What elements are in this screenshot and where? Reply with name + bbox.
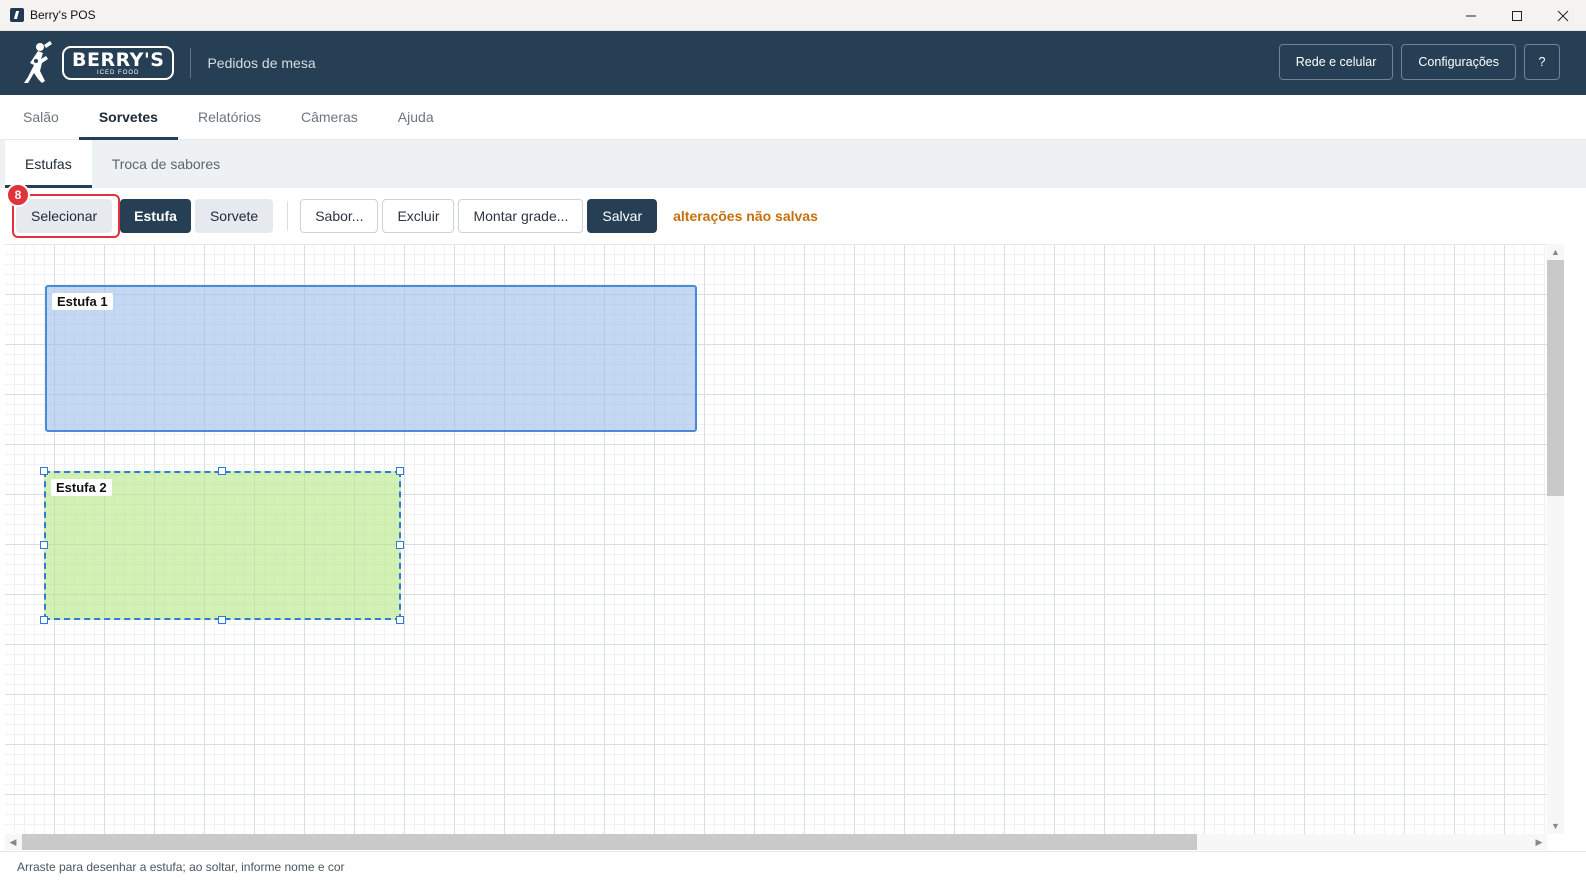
vertical-scrollbar[interactable]: ▲ ▼: [1547, 244, 1564, 834]
window-titlebar: Berry's POS: [0, 0, 1586, 31]
resize-handle-top-left[interactable]: [40, 467, 48, 475]
network-button[interactable]: Rede e celular: [1278, 44, 1394, 80]
close-icon: [1557, 10, 1569, 21]
subtab-troca-de-sabores[interactable]: Troca de sabores: [92, 140, 240, 188]
header-divider: [190, 48, 192, 78]
resize-handle-right[interactable]: [396, 541, 404, 549]
resize-handle-top-right[interactable]: [396, 467, 404, 475]
vertical-scroll-thumb[interactable]: [1547, 260, 1564, 496]
editor-toolbar: Selecionar 8 Estufa Sorvete Sabor... Exc…: [0, 183, 1586, 244]
maximize-icon: [1512, 10, 1522, 21]
window-controls: [1448, 0, 1586, 31]
brand-wordmark: BERRY'S ICED FOOD: [62, 46, 175, 80]
stove-label: Estufa 1: [52, 293, 113, 310]
minimize-icon: [1466, 15, 1476, 16]
stove-tool-button[interactable]: Estufa: [120, 199, 191, 233]
header-subtitle: Pedidos de mesa: [207, 55, 316, 71]
maximize-button[interactable]: [1494, 0, 1540, 31]
save-button[interactable]: Salvar: [587, 199, 658, 233]
app-icon: [10, 8, 24, 22]
horizontal-scroll-thumb[interactable]: [22, 834, 1197, 850]
stove-shape[interactable]: Estufa 1: [45, 285, 697, 432]
scroll-down-icon[interactable]: ▼: [1547, 818, 1564, 834]
window-bottom-edge: [0, 881, 1586, 893]
resize-handle-bottom-left[interactable]: [40, 616, 48, 624]
scroll-up-icon[interactable]: ▲: [1547, 244, 1564, 260]
app-header: BERRY'S ICED FOOD Pedidos de mesa Rede e…: [0, 31, 1586, 95]
unsaved-changes-label: alterações não salvas: [673, 208, 818, 224]
tab-sorvetes[interactable]: Sorvetes: [78, 95, 179, 140]
minimize-button[interactable]: [1448, 0, 1494, 31]
step-badge: 8: [6, 183, 30, 207]
scroll-left-icon[interactable]: ◀: [5, 834, 21, 850]
mascot-icon: [24, 41, 52, 83]
tab-salao[interactable]: Salão: [3, 95, 79, 139]
brand-logo: BERRY'S ICED FOOD: [16, 41, 175, 85]
resize-handle-bottom[interactable]: [218, 616, 226, 624]
window-title: Berry's POS: [30, 8, 96, 22]
select-tool-wrapper: Selecionar 8: [6, 183, 121, 238]
resize-handle-top[interactable]: [218, 467, 226, 475]
sub-tabs: Estufas Troca de sabores: [0, 140, 1586, 188]
tab-relatorios[interactable]: Relatórios: [178, 95, 281, 139]
resize-handle-left[interactable]: [40, 541, 48, 549]
scroll-right-icon[interactable]: ▶: [1531, 834, 1547, 850]
status-bar: Arraste para desenhar a estufa; ao solta…: [0, 851, 1586, 881]
tab-ajuda[interactable]: Ajuda: [378, 95, 454, 139]
main-tabs: Salão Sorvetes Relatórios Câmeras Ajuda: [0, 95, 1586, 140]
build-grid-button[interactable]: Montar grade...: [458, 199, 584, 233]
tab-cameras[interactable]: Câmeras: [281, 95, 378, 139]
stove-label: Estufa 2: [51, 479, 112, 496]
close-button[interactable]: [1540, 0, 1586, 31]
stove-shape-selected[interactable]: Estufa 2: [44, 471, 401, 620]
delete-button[interactable]: Excluir: [382, 199, 455, 233]
toolbar-separator: [287, 201, 289, 231]
flavor-button[interactable]: Sabor...: [300, 199, 379, 233]
stove-layout-canvas[interactable]: Estufa 1 Estufa 2: [5, 244, 1547, 834]
help-button[interactable]: ?: [1524, 44, 1560, 80]
icecream-tool-button[interactable]: Sorvete: [194, 199, 274, 233]
header-actions: Rede e celular Configurações ?: [1278, 44, 1560, 80]
subtab-estufas[interactable]: Estufas: [5, 140, 92, 188]
settings-button[interactable]: Configurações: [1401, 44, 1516, 80]
horizontal-scrollbar[interactable]: ◀ ▶: [5, 834, 1547, 850]
resize-handle-bottom-right[interactable]: [396, 616, 404, 624]
status-hint: Arraste para desenhar a estufa; ao solta…: [17, 859, 345, 874]
